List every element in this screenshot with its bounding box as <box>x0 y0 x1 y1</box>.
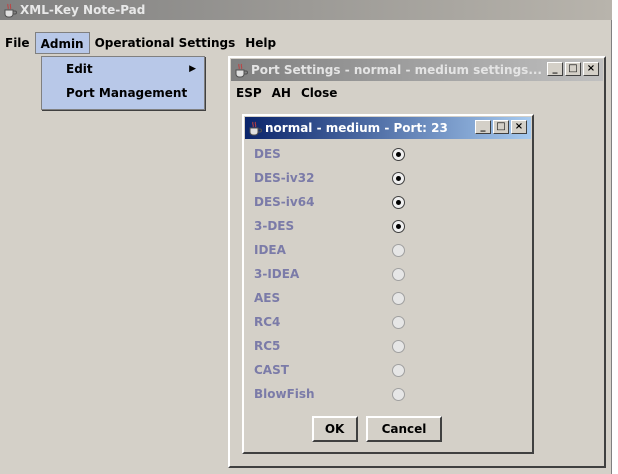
radio-button[interactable] <box>392 171 405 185</box>
app-title: XML-Key Note-Pad <box>20 3 146 17</box>
radio-button[interactable] <box>392 219 405 233</box>
option-label: IDEA <box>254 243 286 257</box>
option-row-idea: IDEA <box>244 238 532 262</box>
option-label: 3-DES <box>254 219 295 233</box>
radio-button[interactable] <box>392 387 405 401</box>
minimize-button[interactable]: _ <box>475 120 491 134</box>
option-row-des-iv64: DES-iv64 <box>244 190 532 214</box>
radio-button[interactable] <box>392 363 405 377</box>
option-row-blowfish: BlowFish <box>244 382 532 406</box>
port-options-title: normal - medium - Port: 23 <box>265 121 448 135</box>
cipher-option-list: DES DES-iv32 DES-iv64 3-DES IDEA 3-IDEA … <box>244 142 532 406</box>
option-label: DES <box>254 147 281 161</box>
menu-help[interactable]: Help <box>240 32 281 54</box>
option-row-des-iv32: DES-iv32 <box>244 166 532 190</box>
minimize-button[interactable]: _ <box>547 62 563 76</box>
radio-button[interactable] <box>392 267 405 281</box>
option-label: DES-iv64 <box>254 195 315 209</box>
radio-button[interactable] <box>392 315 405 329</box>
option-label: BlowFish <box>254 387 315 401</box>
port-settings-titlebar[interactable]: Port Settings - normal - medium settings… <box>231 59 603 81</box>
option-row-rc4: RC4 <box>244 310 532 334</box>
option-row-rc5: RC5 <box>244 334 532 358</box>
menu-item-edit[interactable]: Edit ▶ <box>42 57 204 81</box>
port-settings-window: Port Settings - normal - medium settings… <box>228 56 606 468</box>
submenu-arrow-icon: ▶ <box>189 64 196 74</box>
option-row-cast: CAST <box>244 358 532 382</box>
radio-button[interactable] <box>392 243 405 257</box>
menu-admin[interactable]: Admin <box>34 32 90 54</box>
menu-item-edit-label: Edit <box>66 62 93 76</box>
option-row-aes: AES <box>244 286 532 310</box>
admin-dropdown: Edit ▶ Port Management <box>41 56 205 110</box>
menu-item-port-management[interactable]: Port Management <box>42 81 204 105</box>
menu-close[interactable]: Close <box>301 86 337 100</box>
radio-button[interactable] <box>392 339 405 353</box>
option-row-3-idea: 3-IDEA <box>244 262 532 286</box>
radio-button[interactable] <box>392 195 405 209</box>
option-row-3-des: 3-DES <box>244 214 532 238</box>
menu-file[interactable]: File <box>0 32 35 54</box>
option-label: 3-IDEA <box>254 267 300 281</box>
port-options-window: normal - medium - Port: 23 _ □ × DES DES… <box>242 114 534 454</box>
main-menubar: File Admin Operational Settings Help <box>0 32 612 54</box>
option-label: DES-iv32 <box>254 171 315 185</box>
menu-item-port-management-label: Port Management <box>66 86 188 100</box>
cancel-button[interactable]: Cancel <box>365 416 443 442</box>
main-window: XML-Key Note-Pad File Admin Operational … <box>0 0 612 474</box>
maximize-button[interactable]: □ <box>565 62 581 76</box>
option-label: RC5 <box>254 339 281 353</box>
ok-button[interactable]: OK <box>311 416 358 442</box>
option-label: CAST <box>254 363 289 377</box>
port-settings-menubar: ESP AH Close <box>230 82 604 104</box>
option-label: RC4 <box>254 315 281 329</box>
option-label: AES <box>254 291 281 305</box>
radio-button[interactable] <box>392 147 405 161</box>
java-cup-icon <box>247 120 263 136</box>
menu-esp[interactable]: ESP <box>236 86 262 100</box>
option-row-des: DES <box>244 142 532 166</box>
port-settings-title: Port Settings - normal - medium settings… <box>251 63 542 77</box>
java-cup-icon <box>233 62 249 78</box>
port-options-titlebar[interactable]: normal - medium - Port: 23 _ □ × <box>245 117 531 139</box>
close-button[interactable]: × <box>511 120 527 134</box>
menu-operational-settings[interactable]: Operational Settings <box>90 32 241 54</box>
main-titlebar[interactable]: XML-Key Note-Pad <box>0 0 612 20</box>
close-button[interactable]: × <box>583 62 599 76</box>
radio-button[interactable] <box>392 291 405 305</box>
maximize-button[interactable]: □ <box>493 120 509 134</box>
dialog-button-row: OK Cancel <box>244 416 532 442</box>
java-cup-icon <box>2 2 18 18</box>
menu-ah[interactable]: AH <box>272 86 291 100</box>
